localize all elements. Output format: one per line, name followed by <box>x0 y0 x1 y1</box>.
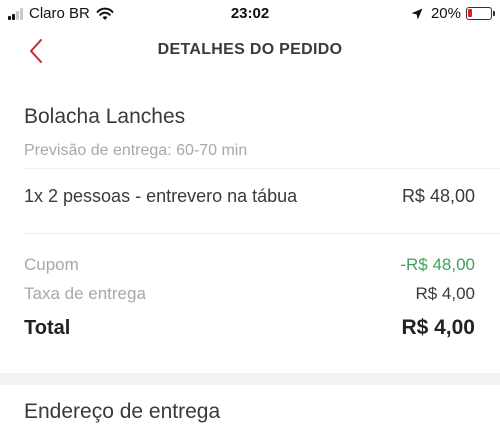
coupon-row: Cupom -R$ 48,00 <box>24 255 475 275</box>
restaurant-name: Bolacha Lanches <box>24 105 186 128</box>
delivery-estimate: Previsão de entrega: 60-70 min <box>24 142 248 159</box>
divider <box>24 233 500 234</box>
status-bar: Claro BR 23:02 20% <box>0 0 500 30</box>
total-value: R$ 4,00 <box>401 316 475 339</box>
section-separator <box>0 373 500 385</box>
total-label: Total <box>24 317 71 339</box>
nav-bar: DETALHES DO PEDIDO <box>0 30 500 72</box>
coupon-label: Cupom <box>24 255 79 274</box>
battery-percent: 20% <box>430 5 461 22</box>
status-right: 20% <box>411 5 495 22</box>
order-item-price: R$ 48,00 <box>401 186 475 206</box>
delivery-fee-value: R$ 4,00 <box>415 284 475 303</box>
order-item-row: 1x 2 pessoas - entrevero na tábua R$ 48,… <box>24 186 475 207</box>
divider <box>24 168 500 169</box>
battery-icon <box>466 7 495 20</box>
order-item-description: 1x 2 pessoas - entrevero na tábua <box>24 186 298 206</box>
coupon-value: -R$ 48,00 <box>400 255 475 274</box>
total-row: Total R$ 4,00 <box>24 316 475 340</box>
battery-level <box>468 9 472 17</box>
page-title: DETALHES DO PEDIDO <box>157 41 343 58</box>
delivery-fee-row: Taxa de entrega R$ 4,00 <box>24 284 475 304</box>
delivery-fee-label: Taxa de entrega <box>24 284 146 303</box>
address-section-title[interactable]: Endereço de entrega <box>24 400 220 424</box>
location-arrow-icon <box>411 8 423 19</box>
